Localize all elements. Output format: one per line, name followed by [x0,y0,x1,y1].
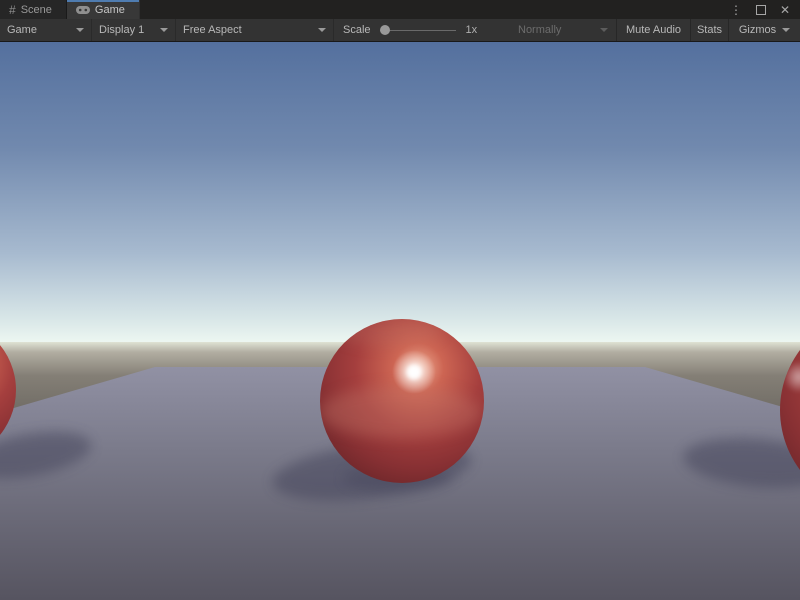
window-controls: ⋮ ✕ [730,0,800,19]
sky [0,42,800,344]
tab-game-label: Game [95,4,125,16]
gamepad-icon [76,6,90,14]
mute-audio-label: Mute Audio [626,24,681,36]
kebab-menu-icon[interactable]: ⋮ [730,4,742,16]
tab-scene[interactable]: # Scene [0,0,67,19]
scale-value: 1x [466,24,478,36]
chevron-down-icon [782,28,790,32]
scale-control: Scale 1x [334,19,510,41]
scale-label: Scale [343,24,371,36]
play-mode-dropdown: Normally [510,19,616,41]
display-label: Display 1 [99,24,144,36]
aspect-ratio-dropdown[interactable]: Free Aspect [176,19,334,41]
stats-label: Stats [697,24,722,36]
chevron-down-icon [318,28,326,32]
view-mode-label: Game [7,24,37,36]
chevron-down-icon [160,28,168,32]
center-sphere-horizon-reflection [319,386,481,438]
gizmos-label: Gizmos [739,24,776,36]
stats-button[interactable]: Stats [690,19,728,41]
display-dropdown[interactable]: Display 1 [92,19,176,41]
play-mode-label: Normally [518,24,561,36]
tab-scene-label: Scene [21,4,52,16]
view-mode-dropdown[interactable]: Game [0,19,92,41]
tab-game[interactable]: Game [67,0,140,19]
center-sphere-specular-core [407,365,421,379]
game-view-toolbar: Game Display 1 Free Aspect Scale 1x Norm… [0,19,800,42]
maximize-icon[interactable] [756,5,766,15]
chevron-down-icon [76,28,84,32]
scale-slider-knob[interactable] [380,25,390,35]
tab-bar: # Scene Game ⋮ ✕ [0,0,800,19]
gizmos-dropdown[interactable]: Gizmos [728,19,800,41]
rendered-scene [0,42,800,600]
grid-icon: # [9,4,16,16]
aspect-label: Free Aspect [183,24,242,36]
mute-audio-button[interactable]: Mute Audio [616,19,690,41]
chevron-down-icon [600,28,608,32]
scale-slider-track[interactable] [380,30,456,31]
unity-game-panel: # Scene Game ⋮ ✕ Game Display 1 Free [0,0,800,600]
close-icon[interactable]: ✕ [780,4,790,16]
game-viewport[interactable] [0,42,800,600]
